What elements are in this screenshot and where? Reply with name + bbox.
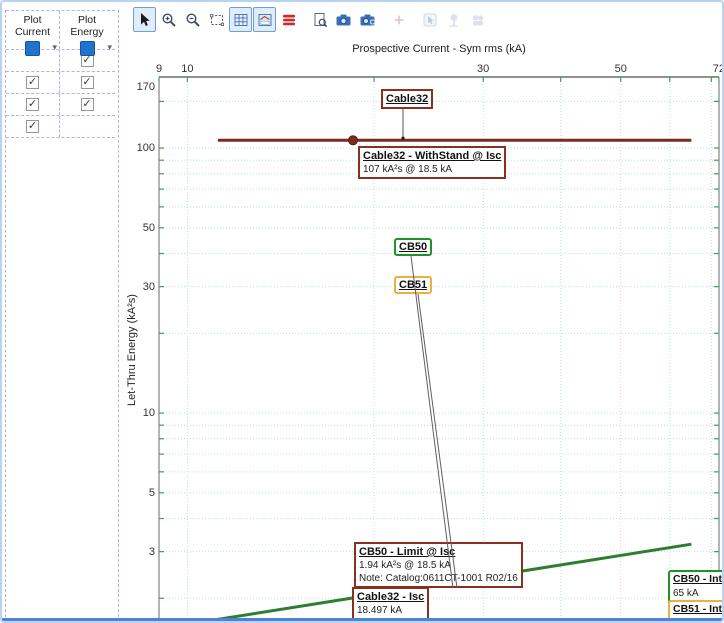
y-tick-label: 10 [120, 407, 155, 419]
plot-energy-cell[interactable]: ✓ [60, 72, 114, 93]
zoom-in-icon [161, 12, 177, 28]
x-tick-label: 9 [144, 63, 174, 75]
move-down-button[interactable] [466, 7, 489, 32]
print-preview-button[interactable] [308, 7, 331, 32]
plot-energy-header: Plot Energy ▾ [60, 11, 114, 49]
leader-anchor-dot [402, 137, 405, 140]
camera-icon [335, 12, 352, 28]
zoom-in-button[interactable] [157, 7, 180, 32]
plot-table-rows: ✓✓✓✓✓✓ [6, 49, 115, 137]
plot-current-header: Plot Current ▾ [6, 11, 60, 49]
checkbox-checked[interactable]: ✓ [81, 98, 94, 111]
copy-chart-button[interactable]: C [356, 7, 379, 32]
annotation-note: Note: Catalog:0611CT-1001 R02/16 [359, 572, 518, 585]
y-tick-label: 5 [120, 487, 155, 499]
plot-view-button[interactable] [253, 7, 276, 32]
annotation-cable32-withstand[interactable]: Cable32 - WithStand @ Isc 107 kA²s @ 18.… [358, 146, 506, 179]
y-tick-label: 3 [120, 546, 155, 558]
plot-current-cell[interactable]: ✓ [6, 72, 60, 93]
export-plot-button[interactable] [418, 7, 441, 32]
column-label-energy: Plot Energy [70, 14, 103, 38]
annotation-value: 107 kA²s @ 18.5 kA [363, 164, 452, 175]
plot-current-cell[interactable]: ✓ [6, 116, 60, 137]
curves-button[interactable] [277, 7, 300, 32]
annotation-title: CB50 - Limit @ Isc [359, 545, 518, 559]
annotation-title: Cable32 - WithStand @ Isc [363, 149, 501, 163]
camera-c-icon: C [359, 12, 376, 28]
cb-leader-line [411, 256, 453, 588]
copy-image-button[interactable] [332, 7, 355, 32]
curves-icon [281, 12, 297, 28]
add-point-button[interactable] [387, 7, 410, 32]
plot-selection-panel: Plot Current ▾ Plot Energy ▾ ✓✓✓✓✓✓ [5, 10, 119, 617]
annotation-title: Cable32 - Isc [357, 590, 424, 604]
plot-view-icon [257, 12, 273, 28]
zoom-out-button[interactable] [181, 7, 204, 32]
table-row: ✓ [6, 115, 115, 137]
svg-text:C: C [370, 17, 376, 26]
x-tick-label: 72 [704, 63, 724, 75]
checkbox-checked[interactable]: ✓ [26, 98, 39, 111]
annotation-title: CB51 [399, 278, 427, 292]
chevron-down-icon[interactable]: ▾ [107, 43, 112, 52]
plot-energy-cell[interactable] [60, 116, 114, 137]
annotation-cable32[interactable]: Cable32 [381, 89, 433, 109]
x-tick-label: 30 [468, 63, 498, 75]
x-axis-title: Prospective Current - Sym rms (kA) [159, 43, 719, 55]
grid-view-button[interactable] [229, 7, 252, 32]
move-up-button[interactable] [442, 7, 465, 32]
pointer-tool-button[interactable] [133, 7, 156, 32]
table-row: ✓✓ [6, 71, 115, 93]
x-tick-label: 10 [172, 63, 202, 75]
y-tick-label: 100 [120, 142, 155, 154]
annotation-cb50[interactable]: CB50 [394, 238, 432, 256]
plot-energy-cell[interactable]: ✓ [60, 94, 114, 115]
annotation-title: CB50 - Int [673, 573, 724, 587]
filter-button-current[interactable] [25, 41, 40, 56]
annotation-title: Cable32 [386, 92, 428, 106]
plot-table: Plot Current ▾ Plot Energy ▾ ✓✓✓✓✓✓ [6, 10, 115, 138]
annotation-cb50-int[interactable]: CB50 - Int 65 kA [668, 570, 724, 603]
x-tick-label: 50 [606, 63, 636, 75]
export-icon [422, 12, 438, 28]
app-window: Plot Current ▾ Plot Energy ▾ ✓✓✓✓✓✓ [0, 0, 724, 623]
down-icon [470, 12, 486, 28]
zoom-window-icon [209, 12, 225, 28]
annotation-cb50-limit[interactable]: CB50 - Limit @ Isc 1.94 kA²s @ 18.5 kA N… [354, 542, 523, 588]
column-label-current: Plot Current [15, 14, 50, 38]
checkbox-checked[interactable]: ✓ [26, 120, 39, 133]
y-tick-label: 30 [120, 281, 155, 293]
print-preview-icon [312, 12, 328, 28]
annotation-value: 65 kA [673, 588, 699, 599]
toolbar: C [133, 7, 489, 32]
pointer-icon [137, 12, 153, 28]
annotation-value: 1.94 kA²s @ 18.5 kA [359, 559, 518, 572]
y-tick-label: 170 [120, 81, 155, 93]
checkbox-checked[interactable]: ✓ [81, 76, 94, 89]
filter-button-energy[interactable] [80, 41, 95, 56]
plot-current-cell[interactable]: ✓ [6, 94, 60, 115]
grid-view-icon [233, 12, 249, 28]
annotation-cb51[interactable]: CB51 [394, 276, 432, 294]
chevron-down-icon[interactable]: ▾ [52, 43, 57, 52]
plus-icon [392, 13, 406, 27]
window-bottom-bar [2, 618, 722, 621]
plot-table-header: Plot Current ▾ Plot Energy ▾ [6, 11, 115, 49]
zoom-window-button[interactable] [205, 7, 228, 32]
zoom-out-icon [185, 12, 201, 28]
table-row: ✓✓ [6, 93, 115, 115]
annotation-title: CB51 - Int [673, 603, 724, 617]
y-axis-title: Let-Thru Energy (kA²s) [126, 294, 138, 406]
up-icon [446, 12, 462, 28]
isc-marker [349, 136, 358, 145]
annotation-value: 18.497 kA [357, 605, 402, 616]
annotation-title: CB50 [399, 240, 427, 254]
y-tick-label: 50 [120, 222, 155, 234]
annotation-cable32-isc[interactable]: Cable32 - Isc 18.497 kA [352, 587, 429, 620]
checkbox-checked[interactable]: ✓ [26, 76, 39, 89]
